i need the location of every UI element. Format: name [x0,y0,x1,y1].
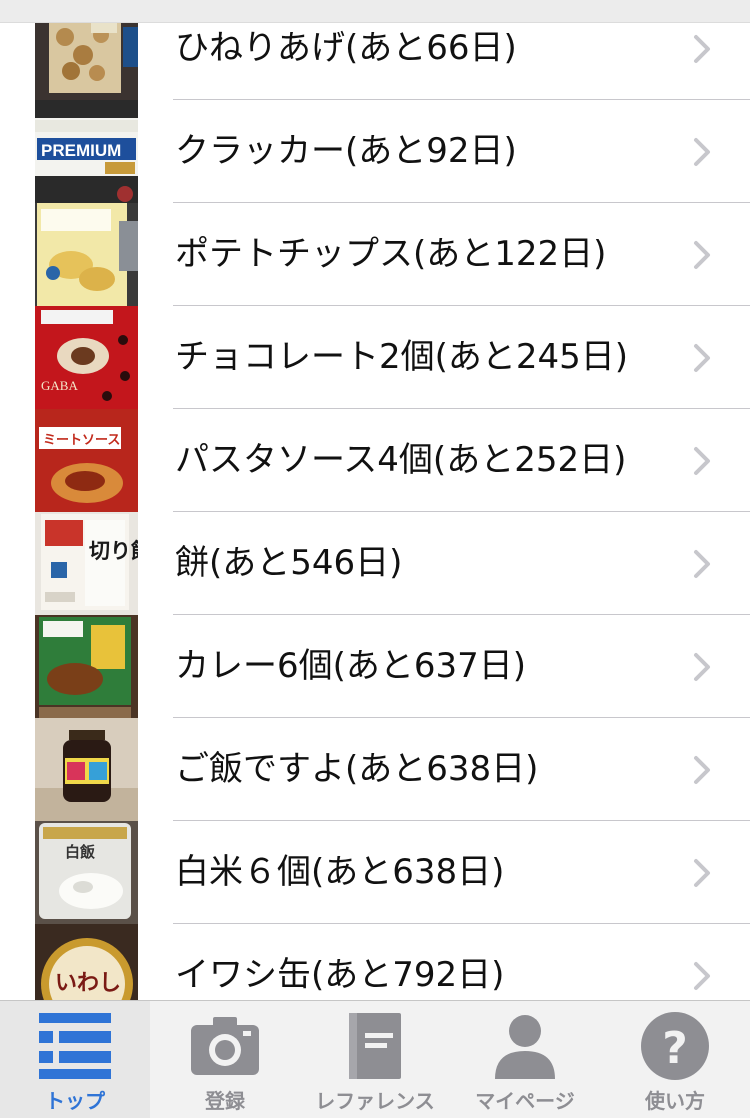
camera-icon [191,1017,259,1075]
item-label: 白米６個(あと638日) [175,852,505,892]
item-label: イワシ缶(あと792日) [175,955,505,995]
thumbnail-text: PREMIUM [41,141,121,160]
product-list: ひねりあげ(あと66日) PREMIUM クラッカー(あと92日) ポテトチップ… [0,0,750,1000]
chevron-right-icon [694,138,710,166]
svg-text:?: ? [662,1023,688,1074]
tab-label: トップ [45,1089,105,1113]
thumbnail-text: ミートソース [43,433,120,448]
tab-label: 登録 [205,1089,245,1113]
chevron-right-icon [694,550,710,578]
chevron-right-icon [694,35,710,63]
product-thumbnail: GABA [35,306,138,409]
product-thumbnail: 白飯 [35,821,138,924]
item-label: クラッカー(あと92日) [175,131,517,171]
tab-label: マイページ [475,1089,575,1113]
tab-reference[interactable]: レファレンス [300,1001,450,1118]
question-icon: ? [641,1012,709,1080]
top-bar-edge [0,0,750,23]
chevron-right-icon [694,756,710,784]
tab-label: 使い方 [645,1089,705,1113]
list-item[interactable]: ミートソース パスタソース4個(あと252日) [0,409,750,512]
list-icon [39,1013,111,1079]
tab-label: レファレンス [315,1089,435,1113]
thumbnail-text: GABA [41,378,78,393]
product-thumbnail [35,718,138,821]
list-item[interactable]: カレー6個(あと637日) [0,615,750,718]
list-item[interactable]: ご飯ですよ(あと638日) [0,718,750,821]
item-label: ご飯ですよ(あと638日) [175,749,539,789]
product-thumbnail: いわし [35,924,138,1000]
chevron-right-icon [694,859,710,887]
thumbnail-text: 白飯 [65,843,95,861]
tab-top[interactable]: トップ [0,1001,150,1118]
list-item[interactable]: 白飯 白米６個(あと638日) [0,821,750,924]
product-thumbnail: 切り餅 [35,512,138,615]
tab-register[interactable]: 登録 [150,1001,300,1118]
thumbnail-text: いわし [55,971,121,996]
chevron-right-icon [694,344,710,372]
chevron-right-icon [694,962,710,990]
list-item[interactable]: いわし イワシ缶(あと792日) [0,924,750,1000]
product-thumbnail: PREMIUM [35,100,138,203]
product-thumbnail [35,615,138,718]
book-icon [349,1013,401,1079]
list-item[interactable]: 切り餅 餅(あと546日) [0,512,750,615]
chevron-right-icon [694,653,710,681]
list-item[interactable]: GABA チョコレート2個(あと245日) [0,306,750,409]
tab-howto[interactable]: ? 使い方 [600,1001,750,1118]
tab-bar: トップ 登録 レファレンス マイページ ? 使い方 [0,1000,750,1118]
tab-mypage[interactable]: マイページ [450,1001,600,1118]
item-label: ポテトチップス(あと122日) [175,234,607,274]
item-label: パスタソース4個(あと252日) [175,440,627,480]
item-label: チョコレート2個(あと245日) [175,337,629,377]
list-item[interactable]: PREMIUM クラッカー(あと92日) [0,100,750,203]
item-label: 餅(あと546日) [175,543,403,583]
chevron-right-icon [694,447,710,475]
product-thumbnail [35,203,138,306]
product-thumbnail: ミートソース [35,409,138,512]
list-item[interactable]: ポテトチップス(あと122日) [0,203,750,306]
thumbnail-text: 切り餅 [89,539,138,563]
chevron-right-icon [694,241,710,269]
person-icon [495,1015,555,1079]
item-label: カレー6個(あと637日) [175,646,527,686]
